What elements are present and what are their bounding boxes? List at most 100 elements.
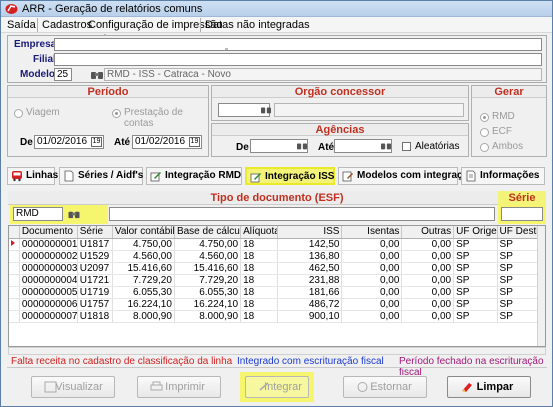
agencias-panel: Agências De Até Aleatórias xyxy=(211,123,469,157)
table-row[interactable]: 0000000004 U1721 7.729,20 7.729,20 18 231,88 0… xyxy=(9,274,540,287)
rmd-radio[interactable] xyxy=(480,113,489,122)
table-row[interactable]: 0000000003 U2097 15.416,60 15.416,60 18 462,5… xyxy=(9,262,540,275)
binoculars-search-icon[interactable] xyxy=(260,105,272,115)
imprimir-button[interactable]: Imprimir xyxy=(137,376,221,398)
ecf-radio-label: ECF xyxy=(492,126,512,137)
vertical-scrollbar[interactable] xyxy=(537,226,545,346)
table-cell: 16.224,10 xyxy=(174,298,242,311)
calendar-icon[interactable]: 19 xyxy=(91,137,102,147)
limpar-button[interactable]: Limpar xyxy=(447,376,531,398)
tab-informacoes[interactable]: Informações xyxy=(461,167,545,185)
gerar-panel: Gerar RMD ECF Ambos xyxy=(471,85,547,157)
row-indicator xyxy=(9,286,20,299)
viagem-radio[interactable] xyxy=(14,109,23,118)
tab-series-aidfs[interactable]: Séries / Aidf's xyxy=(59,167,143,185)
binoculars-search-icon[interactable] xyxy=(380,141,392,151)
row-indicator xyxy=(9,310,20,323)
table-cell: SP xyxy=(497,310,540,323)
agencias-ate-label: Até xyxy=(318,142,335,153)
tipo-documento-field[interactable]: RMD xyxy=(13,207,63,221)
tab-integracao-rmd-label: Integração RMD xyxy=(165,170,242,181)
table-cell: U1719 xyxy=(77,286,113,299)
table-row[interactable]: 0000000005 U1719 6.055,30 6.055,30 18 181,66 0… xyxy=(9,286,540,299)
menu-bar: Saída Cadastros Configuração de impressã… xyxy=(1,17,552,48)
current-row-arrow-icon xyxy=(9,238,20,251)
column-header[interactable]: Base de cálculo xyxy=(174,226,242,239)
limpar-button-label: Limpar xyxy=(476,381,514,393)
table-cell: SP xyxy=(497,286,540,299)
table-cell: SP xyxy=(453,274,498,287)
table-cell: SP xyxy=(453,310,498,323)
preview-icon xyxy=(44,381,57,393)
grid-header-row: Documento Série Valor contábil Base de c… xyxy=(9,226,540,239)
calendar-icon[interactable]: 19 xyxy=(189,137,200,147)
bus-icon xyxy=(12,171,22,182)
filial-field[interactable] xyxy=(54,53,542,66)
tab-informacoes-label: Informações xyxy=(480,170,540,181)
tab-modelos-com-integracao[interactable]: Modelos com integração xyxy=(338,167,474,185)
table-cell: SP xyxy=(453,286,498,299)
column-header[interactable]: Série xyxy=(77,226,113,239)
visualizar-button[interactable]: Visualizar xyxy=(31,376,115,398)
table-cell: 4.560,00 xyxy=(112,250,175,263)
gerar-title: Gerar xyxy=(472,86,546,98)
serie-field[interactable] xyxy=(501,207,543,221)
binoculars-search-icon[interactable] xyxy=(296,141,308,151)
binoculars-search-icon[interactable] xyxy=(67,209,81,220)
column-header[interactable]: UF Destino xyxy=(497,226,540,239)
tab-integracao-rmd[interactable]: Integração RMD xyxy=(146,167,242,185)
table-cell: 7.729,20 xyxy=(174,274,242,287)
modelo-label: Modelo xyxy=(20,69,55,80)
tab-integracao-iss[interactable]: Integração ISS xyxy=(245,167,335,185)
column-header[interactable]: Documento xyxy=(19,226,78,239)
menu-saida[interactable]: Saída xyxy=(4,18,39,32)
column-header[interactable]: ISS xyxy=(277,226,343,239)
binoculars-search-icon[interactable] xyxy=(90,69,104,81)
empresa-field[interactable] xyxy=(54,38,542,51)
column-header[interactable]: UF Origem xyxy=(453,226,498,239)
viagem-radio-label: Viagem xyxy=(26,107,60,118)
pencil-document-icon xyxy=(250,173,261,183)
table-cell: 900,10 xyxy=(277,310,343,323)
column-header[interactable]: Valor contábil xyxy=(112,226,175,239)
periodo-title: Período xyxy=(8,86,208,98)
rmd-radio-label: RMD xyxy=(492,111,515,122)
orgao-concessor-title: Orgão concessor xyxy=(212,86,468,98)
menu-separator xyxy=(37,18,38,32)
orgao-description-field xyxy=(274,103,464,117)
column-header[interactable]: Alíquota xyxy=(240,226,279,239)
row-indicator-header xyxy=(9,226,20,239)
horizontal-scrollbar[interactable] xyxy=(8,347,546,355)
printer-icon xyxy=(150,381,163,391)
table-row[interactable]: 0000000002 U1529 4.560,00 4.560,00 18 136,80 0… xyxy=(9,250,540,263)
visualizar-button-label: Visualizar xyxy=(55,381,103,393)
tab-linhas[interactable]: Linhas xyxy=(7,167,58,185)
integrar-button[interactable]: Integrar xyxy=(245,376,309,398)
pencil-document-icon xyxy=(150,172,161,182)
table-cell: 0,00 xyxy=(401,298,455,311)
prestacao-contas-radio[interactable] xyxy=(112,109,121,118)
table-cell: 16.224,10 xyxy=(112,298,175,311)
table-row[interactable]: 0000000007 U1818 8.000,90 8.000,90 18 900,10 0… xyxy=(9,310,540,323)
aleatorias-checkbox[interactable] xyxy=(402,142,411,151)
table-cell: SP xyxy=(453,298,498,311)
column-header[interactable]: Isentas xyxy=(341,226,403,239)
estornar-button[interactable]: Estornar xyxy=(343,376,427,398)
menu-datas-nao-integradas[interactable]: Datas não integradas xyxy=(202,18,313,32)
table-cell: SP xyxy=(497,250,540,263)
table-cell: 18 xyxy=(240,238,279,251)
column-header[interactable]: Outras xyxy=(401,226,455,239)
table-cell: U2097 xyxy=(77,262,113,275)
table-cell: SP xyxy=(453,250,498,263)
reverse-icon xyxy=(357,382,368,392)
table-row[interactable]: 0000000006 U1757 16.224,10 16.224,10 18 486,7… xyxy=(9,298,540,311)
table-cell: 15.416,60 xyxy=(174,262,242,275)
ecf-radio[interactable] xyxy=(480,128,489,137)
modelo-code-field[interactable]: 25 xyxy=(54,68,72,81)
tipo-documento-title: Tipo de documento (ESF) xyxy=(8,191,546,205)
table-cell: 18 xyxy=(240,286,279,299)
table-row[interactable]: 0000000001 U1817 4.750,00 4.750,00 18 142,50 0… xyxy=(9,238,540,251)
ambos-radio[interactable] xyxy=(480,143,489,152)
table-cell: 18 xyxy=(240,250,279,263)
row-indicator xyxy=(9,274,20,287)
